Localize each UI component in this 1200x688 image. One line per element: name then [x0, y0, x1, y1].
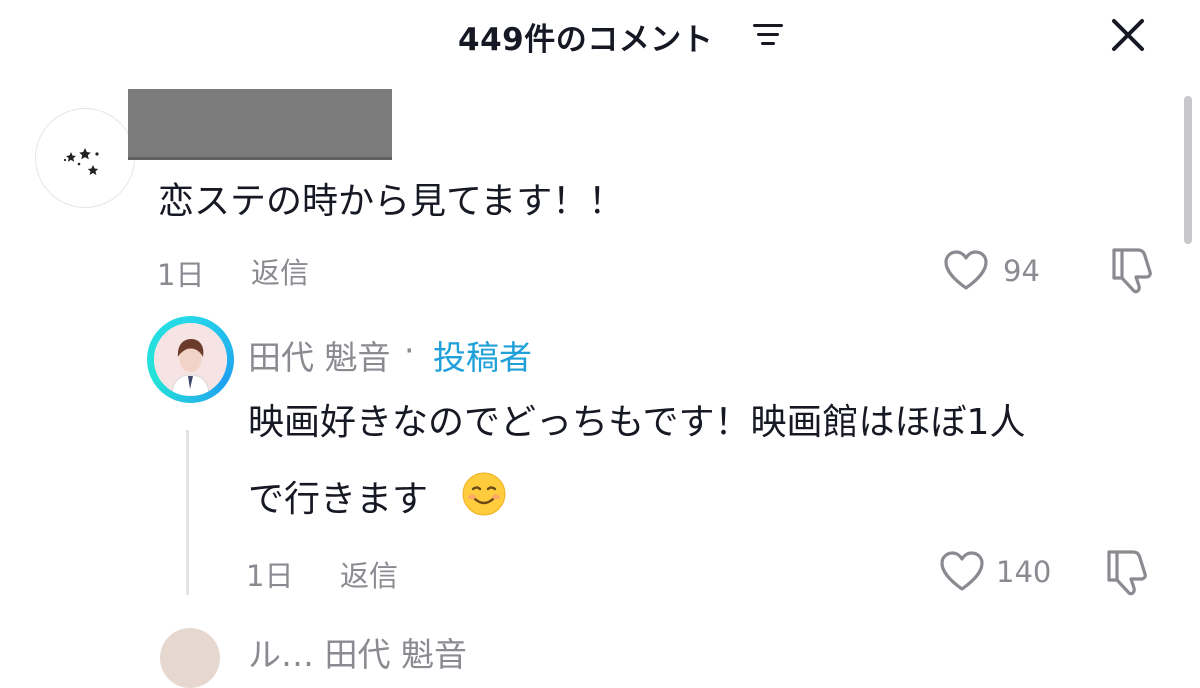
filter-lines-icon[interactable]: [751, 21, 785, 49]
close-icon[interactable]: [1105, 12, 1151, 58]
reply-button[interactable]: 返信: [251, 250, 309, 292]
comment-count-title: 449件のコメント: [458, 22, 714, 58]
thumbs-down-icon[interactable]: [1103, 546, 1153, 598]
comment-time: 1日: [157, 258, 205, 292]
reply-text-line-1: 映画好きなのでどっちもです！映画館はほぼ1人: [248, 402, 1026, 443]
thumbs-down-icon[interactable]: [1108, 244, 1158, 296]
thread-line: [186, 430, 189, 595]
avatar[interactable]: [154, 323, 227, 396]
scrollbar[interactable]: [1184, 96, 1192, 244]
avatar[interactable]: [35, 108, 135, 208]
sparkle-stars-icon: [63, 147, 99, 175]
reply-username[interactable]: 田代 魁音: [248, 331, 391, 379]
heart-icon[interactable]: [938, 549, 986, 593]
reply-time: 1日: [246, 559, 294, 593]
reply-text-line-2: で行きます: [248, 479, 429, 520]
avatar[interactable]: [160, 628, 220, 688]
creator-badge: 投稿者: [433, 338, 532, 377]
separator-dot: ·: [404, 331, 415, 370]
redacted-username: [128, 89, 392, 160]
reply-username[interactable]: ル… 田代 魁音: [248, 628, 467, 676]
comment-text: 恋ステの時から見てます！！: [158, 181, 625, 222]
like-count: 140: [996, 555, 1052, 589]
person-portrait-icon: [154, 323, 227, 396]
like-count: 94: [1003, 254, 1040, 288]
heart-icon[interactable]: [942, 248, 990, 292]
smiling-face-emoji-icon: [462, 472, 506, 516]
reply-button[interactable]: 返信: [340, 553, 398, 595]
